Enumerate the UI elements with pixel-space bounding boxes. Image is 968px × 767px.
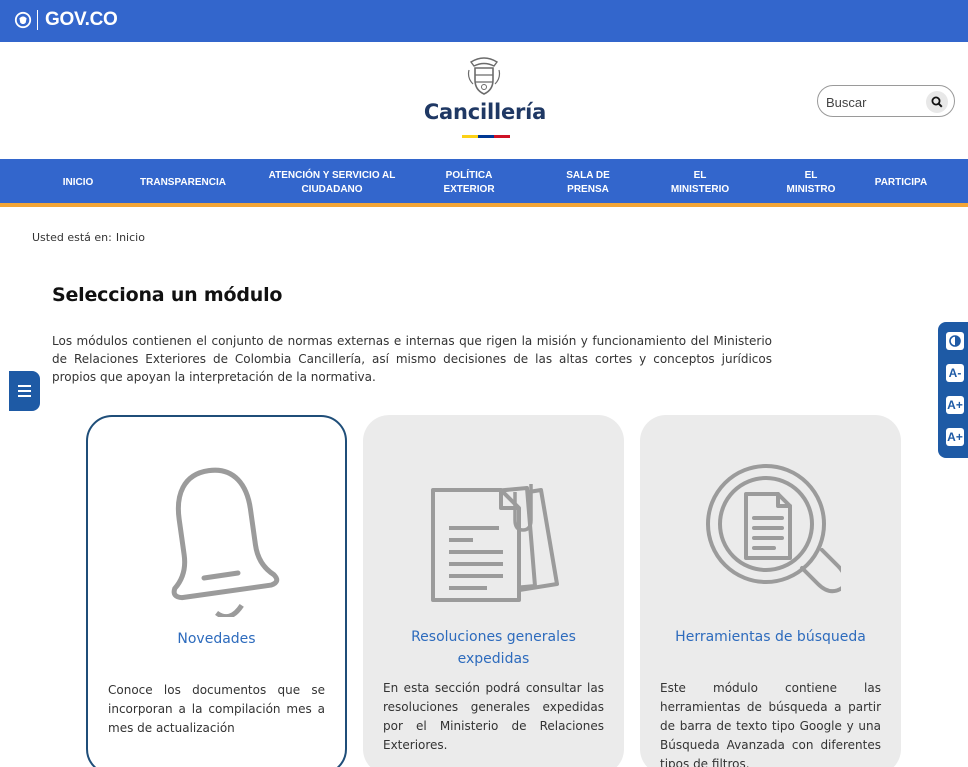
module-description: En esta sección podrá consultar las reso…: [383, 681, 604, 752]
module-title[interactable]: Herramientas de búsqueda: [654, 626, 887, 648]
side-menu-button[interactable]: [9, 371, 40, 411]
nav-item-sala-de-prensa[interactable]: SALA DE PRENSA: [555, 159, 621, 207]
bell-icon: [171, 467, 280, 617]
module-description: Este módulo contiene las herramientas de…: [660, 681, 881, 767]
logo-divider: [37, 10, 38, 30]
nav-item-atencion[interactable]: ATENCIÓN Y SERVICIO AL CIUDADANO: [262, 159, 402, 207]
flag-stripe: [462, 135, 510, 138]
site-header: Cancillería: [0, 42, 968, 159]
contrast-icon: [949, 335, 961, 347]
module-description: Conoce los documentos que se incorporan …: [108, 683, 325, 735]
search-box: [817, 85, 955, 117]
module-card-resoluciones[interactable]: Resoluciones generales expedidas En esta…: [363, 415, 624, 767]
nav-item-transparencia[interactable]: TRANSPARENCIA: [133, 159, 233, 207]
page-title: Selecciona un módulo: [52, 284, 283, 306]
hamburger-icon-line: [18, 395, 31, 397]
module-title[interactable]: Novedades: [102, 628, 331, 650]
gov-top-bar: GOV.CO: [0, 0, 968, 42]
increase-font-more-button[interactable]: A+: [946, 428, 964, 446]
breadcrumb-current[interactable]: Inicio: [116, 231, 145, 244]
contrast-button[interactable]: [946, 332, 964, 350]
module-card-novedades[interactable]: Novedades Conoce los documentos que se i…: [86, 415, 347, 767]
nav-item-el-ministerio[interactable]: EL MINISTERIO: [664, 159, 736, 207]
increase-font-button[interactable]: A+: [946, 396, 964, 414]
shield-icon: [14, 11, 32, 29]
main-navigation: INICIO TRANSPARENCIA ATENCIÓN Y SERVICIO…: [0, 159, 968, 207]
magnifier-document-icon: [706, 464, 841, 594]
documents-icon: [431, 484, 559, 602]
search-input[interactable]: [826, 92, 921, 112]
gov-co-text: GOV.CO: [45, 9, 118, 30]
breadcrumb: Usted está en: Inicio: [32, 231, 145, 244]
nav-item-politica-exterior[interactable]: POLÍTICA EXTERIOR: [434, 159, 504, 207]
decrease-font-button[interactable]: A-: [946, 364, 964, 382]
accessibility-toolbar: A- A+ A+: [938, 322, 968, 458]
module-card-herramientas[interactable]: Herramientas de búsqueda Este módulo con…: [640, 415, 901, 767]
site-brand-name[interactable]: Cancillería: [409, 100, 561, 124]
nav-item-participa[interactable]: PARTICIPA: [868, 159, 934, 207]
coat-of-arms-icon: [467, 57, 501, 95]
nav-item-el-ministro[interactable]: EL MINISTRO: [780, 159, 842, 207]
gov-co-logo[interactable]: GOV.CO: [14, 9, 118, 31]
module-title[interactable]: Resoluciones generales expedidas: [377, 626, 610, 670]
hamburger-icon-line: [18, 385, 31, 387]
search-button[interactable]: [926, 91, 948, 113]
intro-text: Los módulos contienen el conjunto de nor…: [52, 334, 772, 384]
search-icon: [931, 96, 943, 108]
hamburger-icon-line: [18, 390, 31, 392]
breadcrumb-prefix: Usted está en:: [32, 231, 112, 244]
nav-item-inicio[interactable]: INICIO: [52, 159, 104, 207]
